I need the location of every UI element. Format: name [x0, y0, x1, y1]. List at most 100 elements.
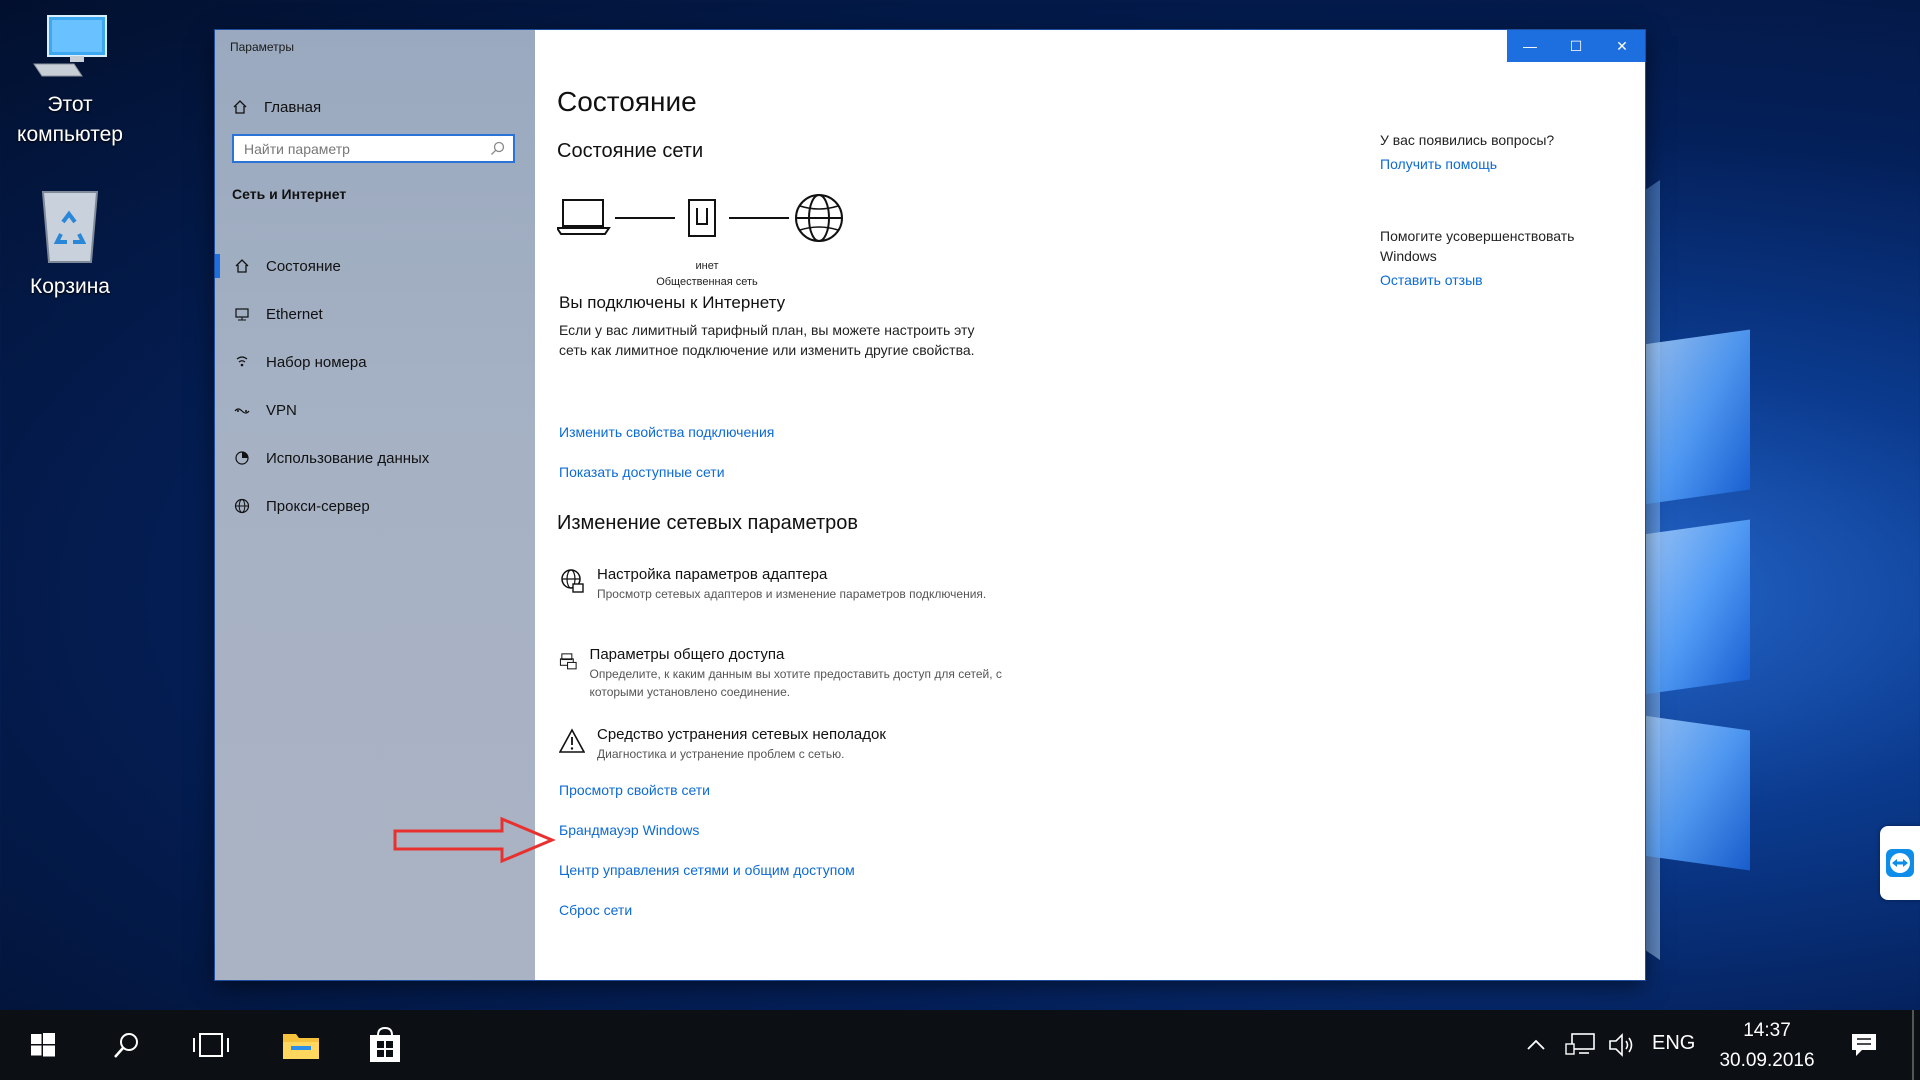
task-view-button[interactable]: [186, 1010, 236, 1080]
windows-logo-icon: [30, 1033, 55, 1057]
search-input[interactable]: [242, 139, 489, 158]
folder-icon: [283, 1034, 319, 1059]
clock-date: 30.09.2016: [1719, 1050, 1815, 1071]
adapter-globe-icon: [561, 569, 584, 593]
network-wired-icon: [1565, 1033, 1595, 1055]
troubleshooter-option[interactable]: Средство устранения сетевых неполадок Ди…: [559, 726, 1029, 763]
close-button[interactable]: ✕: [1599, 30, 1645, 62]
network-tray-button[interactable]: [1564, 1010, 1598, 1080]
globe-icon: [232, 496, 252, 516]
desktop-icon-recycle-bin[interactable]: Корзина: [0, 186, 140, 302]
sidebar-item-vpn[interactable]: VPN: [215, 386, 535, 434]
sidebar-item-label: Состояние: [266, 257, 341, 275]
network-sharing-center-link[interactable]: Центр управления сетями и общим доступом: [559, 862, 855, 878]
chevron-up-icon: [1527, 1039, 1545, 1050]
network-status-heading: Состояние сети: [557, 140, 704, 162]
show-desktop-button[interactable]: [1912, 1010, 1914, 1080]
minimize-button[interactable]: —: [1507, 30, 1553, 62]
sidebar-item-dialup[interactable]: Набор номера: [215, 338, 535, 386]
search-taskbar-button[interactable]: [102, 1010, 152, 1080]
connected-description: Если у вас лимитный тарифный план, вы мо…: [559, 322, 975, 358]
option-title: Настройка параметров адаптера: [597, 566, 828, 583]
notification-icon: [1852, 1034, 1876, 1056]
connected-status: Вы подключены к Интернету: [559, 293, 786, 312]
teamviewer-icon: [1886, 849, 1914, 877]
start-button[interactable]: [20, 1010, 65, 1080]
sidebar-nav: Состояние Ethernet Набор номера VPN Испо…: [215, 242, 535, 530]
main-content: — ☐ ✕ Состояние Состояние сети инет Обще…: [535, 30, 1645, 980]
maximize-button[interactable]: ☐: [1553, 30, 1599, 62]
laptop-icon: [555, 199, 611, 235]
ethernet-icon: [232, 304, 252, 324]
volume-tray-button[interactable]: [1606, 1010, 1640, 1080]
option-description: Диагностика и устранение проблем с сетью…: [597, 747, 845, 761]
store-button[interactable]: [360, 1010, 410, 1080]
give-feedback-link[interactable]: Оставить отзыв: [1380, 272, 1610, 288]
speaker-icon: [1609, 1033, 1633, 1057]
change-connection-properties-link[interactable]: Изменить свойства подключения: [559, 424, 774, 440]
task-view-icon: [193, 1033, 229, 1057]
desktop-icon-label: Корзина: [30, 275, 110, 298]
home-network-icon: [232, 256, 252, 276]
network-name: инет: [695, 260, 719, 272]
taskbar: ENG 14:37 30.09.2016: [0, 1010, 1920, 1080]
clock[interactable]: 14:37 30.09.2016: [1712, 1016, 1822, 1076]
sidebar-item-label: Набор номера: [266, 353, 367, 371]
adapter-settings-option[interactable]: Настройка параметров адаптера Просмотр с…: [559, 566, 1029, 603]
sidebar-section-title: Сеть и Интернет: [232, 186, 347, 202]
network-type: Общественная сеть: [656, 276, 758, 288]
get-help-link[interactable]: Получить помощь: [1380, 156, 1610, 172]
show-available-networks-link[interactable]: Показать доступные сети: [559, 464, 725, 480]
desktop-icon-label: компьютер: [17, 123, 123, 147]
network-diagram-graphic: [555, 194, 843, 242]
wallpaper-windows-logo: [1600, 280, 1920, 960]
red-arrow-annotation: [393, 816, 556, 864]
store-bag-icon: [370, 1026, 400, 1062]
computer-icon: [33, 15, 107, 77]
internet-globe-icon: [795, 194, 843, 242]
recycle-bin-icon: [41, 191, 99, 263]
option-description: Определите, к каким данным вы хотите пре…: [589, 667, 1002, 699]
sharing-options-option[interactable]: Параметры общего доступа Определите, к к…: [559, 646, 1029, 701]
sidebar-item-label: Использование данных: [266, 449, 430, 467]
desktop-icon-this-pc[interactable]: Этот компьютер: [0, 12, 140, 151]
change-settings-heading: Изменение сетевых параметров: [557, 512, 858, 534]
sidebar-item-label: Прокси-сервер: [266, 497, 370, 515]
data-usage-icon: [232, 448, 252, 468]
option-title: Средство устранения сетевых неполадок: [597, 726, 886, 743]
sidebar-item-data-usage[interactable]: Использование данных: [215, 434, 535, 482]
search-icon[interactable]: [489, 140, 507, 158]
dialup-icon: [232, 352, 252, 372]
home-icon: [230, 97, 250, 117]
sidebar-item-proxy[interactable]: Прокси-сервер: [215, 482, 535, 530]
network-reset-link[interactable]: Сброс сети: [559, 902, 632, 918]
page-title: Состояние: [557, 86, 697, 117]
desktop-icon-label: Этот: [47, 93, 93, 116]
option-description: Просмотр сетевых адаптеров и изменение п…: [597, 587, 987, 601]
nav-home[interactable]: Главная: [230, 92, 321, 122]
vpn-icon: [232, 400, 252, 420]
sidebar-item-label: Ethernet: [266, 305, 323, 323]
sidebar-item-status[interactable]: Состояние: [215, 242, 535, 290]
window-controls: — ☐ ✕: [1507, 30, 1645, 62]
tray-overflow-button[interactable]: [1522, 1010, 1550, 1080]
window-title: Параметры: [230, 40, 294, 54]
help-question: У вас появились вопросы?: [1380, 132, 1555, 148]
view-network-properties-link[interactable]: Просмотр свойств сети: [559, 782, 710, 798]
warning-icon: [559, 728, 585, 753]
improve-windows-text: Помогите усовершенствовать Windows: [1380, 228, 1575, 264]
search-box[interactable]: [232, 134, 515, 163]
teamviewer-side-tab[interactable]: [1880, 826, 1920, 900]
router-icon: [688, 199, 716, 237]
help-panel: У вас появились вопросы? Получить помощь…: [1380, 130, 1610, 288]
sidebar-item-ethernet[interactable]: Ethernet: [215, 290, 535, 338]
nav-home-label: Главная: [264, 98, 322, 116]
action-center-button[interactable]: [1844, 1010, 1884, 1080]
windows-firewall-link[interactable]: Брандмауэр Windows: [559, 822, 699, 838]
search-icon: [114, 1033, 138, 1058]
clock-time: 14:37: [1743, 1020, 1791, 1041]
network-diagram: инет Общественная сеть: [555, 190, 897, 310]
option-title: Параметры общего доступа: [589, 646, 785, 663]
file-explorer-button[interactable]: [276, 1010, 326, 1080]
language-indicator[interactable]: ENG: [1652, 1032, 1695, 1055]
